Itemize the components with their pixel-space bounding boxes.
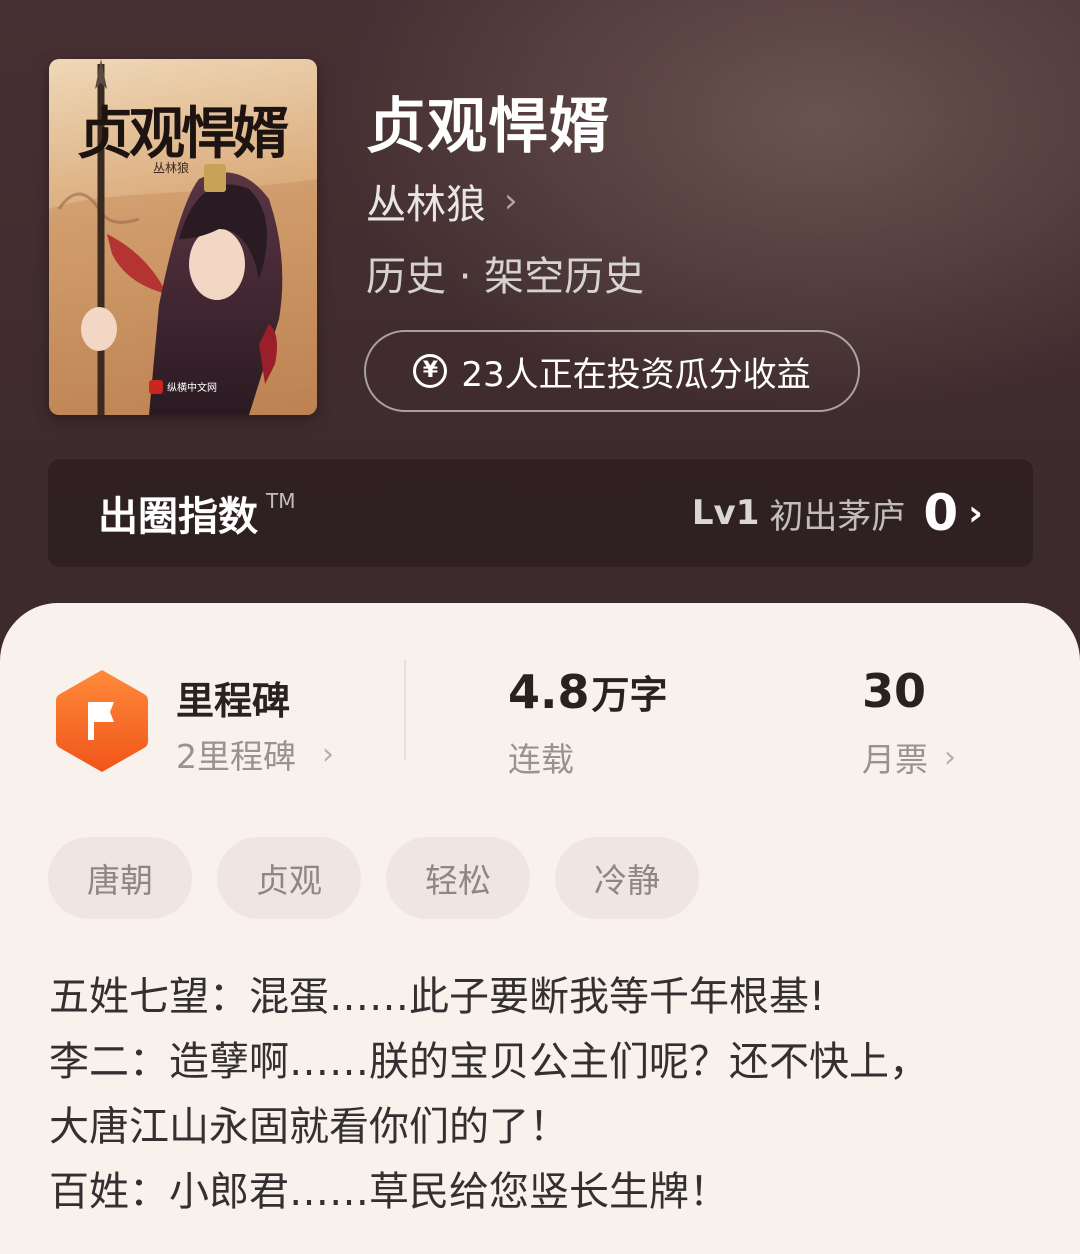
invest-text: 23人正在投资瓜分收益 bbox=[461, 354, 811, 395]
index-level-group: Lv1 初出茅庐 0 › bbox=[692, 484, 983, 542]
index-level: Lv1 bbox=[691, 493, 760, 533]
serial-status: 连载 bbox=[508, 740, 574, 779]
stats-divider bbox=[404, 660, 406, 760]
index-value: 0 bbox=[923, 484, 959, 542]
chevron-right-icon: › bbox=[944, 739, 956, 775]
cover-publisher-name: 纵横中文网 bbox=[167, 383, 217, 394]
milestone-count: 2里程碑 bbox=[176, 737, 296, 776]
word-count-unit: 万字 bbox=[591, 673, 668, 717]
cover-author: 丛林狼 bbox=[153, 161, 190, 175]
yen-coin-icon: ¥ bbox=[413, 354, 448, 388]
author-link[interactable]: 丛林狼 › bbox=[366, 172, 518, 230]
invest-button[interactable]: ¥ 23人正在投资瓜分收益 bbox=[364, 330, 860, 412]
monthly-tickets-label: 月票 bbox=[862, 740, 928, 779]
milestone-count-link[interactable]: 2里程碑 › bbox=[176, 730, 334, 778]
synopsis-line: 五姓七望：混蛋……此子要断我等千年根基! bbox=[49, 974, 826, 1020]
milestone-label[interactable]: 里程碑 bbox=[176, 670, 290, 725]
tag-chip[interactable]: 轻松 bbox=[386, 837, 530, 919]
book-title: 贞观悍婿 bbox=[366, 92, 610, 162]
tag-chip[interactable]: 冷静 bbox=[555, 837, 699, 919]
word-count: 4.8万字 bbox=[508, 664, 668, 719]
milestone-flag-icon[interactable] bbox=[54, 668, 150, 774]
book-synopsis[interactable]: 五姓七望：混蛋……此子要断我等千年根基! 李二：造孽啊……朕的宝贝公主们呢？还不… bbox=[49, 965, 1039, 1225]
author-name: 丛林狼 bbox=[366, 182, 486, 228]
monthly-tickets-value[interactable]: 30 bbox=[862, 664, 926, 718]
chevron-right-icon: › bbox=[968, 492, 983, 534]
index-title: 出圈指数 bbox=[98, 494, 258, 540]
synopsis-line: 百姓：小郎君……草民给您竖长生牌！ bbox=[49, 1169, 729, 1215]
synopsis-line: 李二：造孽啊……朕的宝贝公主们呢？还不快上， bbox=[49, 1039, 929, 1085]
synopsis-line: 大唐江山永固就看你们的了！ bbox=[49, 1104, 569, 1150]
chevron-right-icon: › bbox=[322, 736, 334, 772]
cover-title: 贞观悍婿 bbox=[77, 101, 289, 167]
popularity-index-bar[interactable]: 出圈指数 TM Lv1 初出茅庐 0 › bbox=[48, 459, 1033, 567]
tag-chip[interactable]: 唐朝 bbox=[48, 837, 192, 919]
book-genre[interactable]: 历史 · 架空历史 bbox=[366, 244, 644, 302]
publisher-logo-icon bbox=[149, 379, 163, 394]
tag-list: 唐朝 贞观 轻松 冷静 bbox=[48, 837, 699, 919]
tag-chip[interactable]: 贞观 bbox=[217, 837, 361, 919]
chevron-right-icon: › bbox=[504, 181, 518, 221]
word-count-value: 4.8 bbox=[508, 665, 590, 719]
index-level-name: 初出茅庐 bbox=[769, 496, 906, 537]
book-cover[interactable]: 贞观悍婿 丛林狼 纵横中文网 bbox=[49, 59, 317, 415]
trademark-mark: TM bbox=[266, 489, 296, 513]
monthly-tickets-link[interactable]: 月票 › bbox=[862, 733, 956, 781]
book-detail-page: 贞观悍婿 丛林狼 纵横中文网 贞观悍婿 丛林狼 › 历史 · 架空历史 ¥ 23… bbox=[0, 0, 1080, 1254]
cover-publisher: 纵横中文网 bbox=[149, 379, 217, 394]
